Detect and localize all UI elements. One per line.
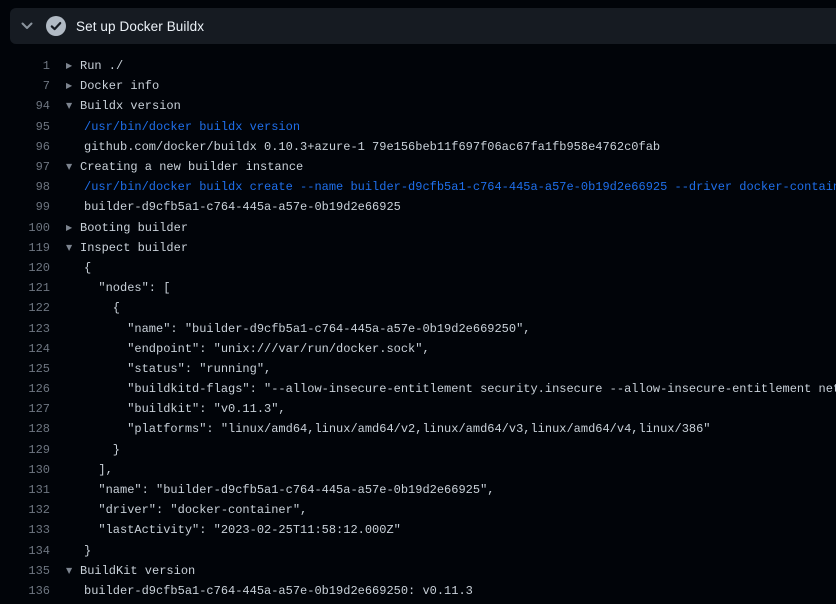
log-text: "lastActivity": "2023-02-25T11:58:12.000…	[50, 523, 401, 537]
line-number[interactable]: 135	[0, 564, 50, 578]
log-text: builder-d9cfb5a1-c764-445a-a57e-0b19d2e6…	[50, 200, 401, 214]
line-number[interactable]: 134	[0, 544, 50, 558]
log-output-line: 124 "endpoint": "unix:///var/run/docker.…	[0, 339, 836, 359]
line-number[interactable]: 94	[0, 99, 50, 113]
line-number[interactable]: 121	[0, 281, 50, 295]
line-number[interactable]: 128	[0, 422, 50, 436]
command-text: /usr/bin/docker buildx version	[50, 120, 300, 134]
log-text: "name": "builder-d9cfb5a1-c764-445a-a57e…	[50, 483, 494, 497]
log-output-line: 136builder-d9cfb5a1-c764-445a-a57e-0b19d…	[0, 581, 836, 601]
log-text: "driver": "docker-container",	[50, 503, 307, 517]
log-output-line: 99builder-d9cfb5a1-c764-445a-a57e-0b19d2…	[0, 197, 836, 217]
line-number[interactable]: 1	[0, 59, 50, 73]
group-title[interactable]: ▶Booting builder	[50, 221, 188, 235]
log-output-line: 121 "nodes": [	[0, 278, 836, 298]
line-number[interactable]: 124	[0, 342, 50, 356]
log-text: "name": "builder-d9cfb5a1-c764-445a-a57e…	[50, 322, 530, 336]
line-number[interactable]: 96	[0, 140, 50, 154]
triangle-collapsed-icon[interactable]: ▶	[66, 223, 80, 232]
log-viewer: 1▶Run ./7▶Docker info94▼Buildx version95…	[0, 44, 836, 604]
log-lines: 1▶Run ./7▶Docker info94▼Buildx version95…	[0, 56, 836, 601]
line-number[interactable]: 98	[0, 180, 50, 194]
log-group-line: 7▶Docker info	[0, 76, 836, 96]
log-text: builder-d9cfb5a1-c764-445a-a57e-0b19d2e6…	[50, 584, 473, 598]
line-number[interactable]: 136	[0, 584, 50, 598]
line-number[interactable]: 7	[0, 79, 50, 93]
log-text: }	[50, 443, 120, 457]
log-text: github.com/docker/buildx 0.10.3+azure-1 …	[50, 140, 660, 154]
log-text: }	[50, 544, 91, 558]
log-text: "buildkitd-flags": "--allow-insecure-ent…	[50, 382, 836, 396]
group-title[interactable]: ▶Run ./	[50, 59, 123, 73]
step-header[interactable]: Set up Docker Buildx	[10, 8, 836, 44]
triangle-expanded-icon[interactable]: ▼	[66, 566, 80, 575]
log-text: {	[50, 301, 120, 315]
log-output-line: 132 "driver": "docker-container",	[0, 500, 836, 520]
log-output-line: 120{	[0, 258, 836, 278]
check-circle-icon	[46, 16, 66, 36]
line-number[interactable]: 131	[0, 483, 50, 497]
log-text: "platforms": "linux/amd64,linux/amd64/v2…	[50, 422, 711, 436]
line-number[interactable]: 127	[0, 402, 50, 416]
log-group-line: 100▶Booting builder	[0, 218, 836, 238]
log-output-line: 127 "buildkit": "v0.11.3",	[0, 399, 836, 419]
log-output-line: 98/usr/bin/docker buildx create --name b…	[0, 177, 836, 197]
line-number[interactable]: 100	[0, 221, 50, 235]
line-number[interactable]: 123	[0, 322, 50, 336]
line-number[interactable]: 126	[0, 382, 50, 396]
log-group-line: 135▼BuildKit version	[0, 561, 836, 581]
log-text: {	[50, 261, 91, 275]
log-text: "buildkit": "v0.11.3",	[50, 402, 286, 416]
line-number[interactable]: 130	[0, 463, 50, 477]
line-number[interactable]: 119	[0, 241, 50, 255]
log-group-line: 94▼Buildx version	[0, 96, 836, 116]
triangle-expanded-icon[interactable]: ▼	[66, 243, 80, 252]
group-title[interactable]: ▶Docker info	[50, 79, 159, 93]
group-title[interactable]: ▼Creating a new builder instance	[50, 160, 303, 174]
line-number[interactable]: 95	[0, 120, 50, 134]
triangle-collapsed-icon[interactable]: ▶	[66, 81, 80, 90]
step-title: Set up Docker Buildx	[76, 19, 204, 34]
line-number[interactable]: 125	[0, 362, 50, 376]
command-text: /usr/bin/docker buildx create --name bui…	[50, 180, 836, 194]
log-output-line: 95/usr/bin/docker buildx version	[0, 117, 836, 137]
line-number[interactable]: 97	[0, 160, 50, 174]
log-text: "nodes": [	[50, 281, 170, 295]
triangle-collapsed-icon[interactable]: ▶	[66, 61, 80, 70]
log-output-line: 123 "name": "builder-d9cfb5a1-c764-445a-…	[0, 318, 836, 338]
line-number[interactable]: 99	[0, 200, 50, 214]
group-title[interactable]: ▼Inspect builder	[50, 241, 188, 255]
log-output-line: 129 }	[0, 440, 836, 460]
log-text: ],	[50, 463, 113, 477]
chevron-down-icon[interactable]	[19, 18, 35, 34]
log-output-line: 133 "lastActivity": "2023-02-25T11:58:12…	[0, 520, 836, 540]
log-output-line: 128 "platforms": "linux/amd64,linux/amd6…	[0, 419, 836, 439]
log-group-line: 97▼Creating a new builder instance	[0, 157, 836, 177]
log-group-line: 119▼Inspect builder	[0, 238, 836, 258]
log-output-line: 126 "buildkitd-flags": "--allow-insecure…	[0, 379, 836, 399]
line-number[interactable]: 132	[0, 503, 50, 517]
log-output-line: 131 "name": "builder-d9cfb5a1-c764-445a-…	[0, 480, 836, 500]
line-number[interactable]: 120	[0, 261, 50, 275]
triangle-expanded-icon[interactable]: ▼	[66, 101, 80, 110]
triangle-expanded-icon[interactable]: ▼	[66, 162, 80, 171]
log-text: "endpoint": "unix:///var/run/docker.sock…	[50, 342, 430, 356]
log-output-line: 125 "status": "running",	[0, 359, 836, 379]
log-text: "status": "running",	[50, 362, 271, 376]
line-number[interactable]: 133	[0, 523, 50, 537]
group-title[interactable]: ▼BuildKit version	[50, 564, 195, 578]
line-number[interactable]: 122	[0, 301, 50, 315]
group-title[interactable]: ▼Buildx version	[50, 99, 181, 113]
log-output-line: 96github.com/docker/buildx 0.10.3+azure-…	[0, 137, 836, 157]
log-output-line: 134}	[0, 541, 836, 561]
line-number[interactable]: 129	[0, 443, 50, 457]
log-group-line: 1▶Run ./	[0, 56, 836, 76]
log-output-line: 122 {	[0, 298, 836, 318]
log-output-line: 130 ],	[0, 460, 836, 480]
